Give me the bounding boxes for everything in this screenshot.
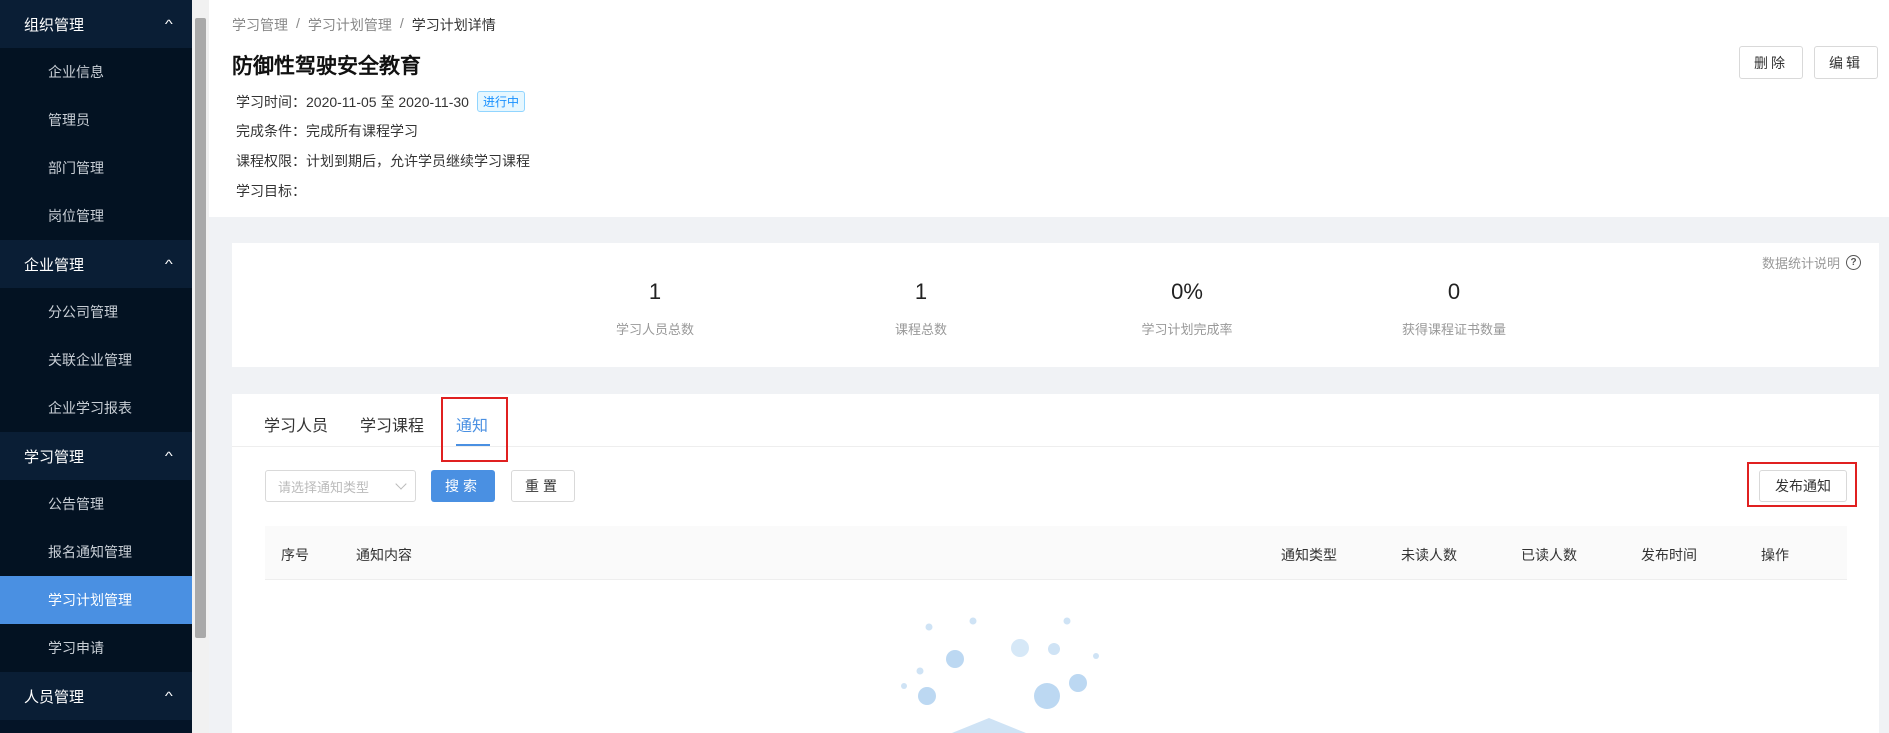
breadcrumb-separator: / — [296, 15, 300, 31]
chevron-up-icon: ^ — [165, 689, 174, 703]
stat-label: 学习计划完成率 — [1141, 322, 1233, 337]
empty-bubble — [901, 683, 907, 689]
empty-bubble — [1034, 683, 1060, 709]
col-unread: 未读人数 — [1401, 547, 1457, 563]
stats-help[interactable]: 数据统计说明 ? — [1762, 253, 1861, 272]
search-button[interactable]: 搜索 — [431, 470, 495, 502]
sidebar-group-personnel[interactable]: 人员管理 ^ — [0, 672, 192, 720]
sidebar-group-learning[interactable]: 学习管理 ^ — [0, 432, 192, 480]
stat-label: 获得课程证书数量 — [1401, 322, 1506, 337]
status-badge: 进行中 — [476, 91, 525, 112]
breadcrumb-separator: / — [399, 15, 404, 31]
sidebar-item-signup-notices[interactable]: 报名通知管理 — [0, 528, 192, 576]
tab-learners[interactable]: 学习人员 — [264, 412, 328, 436]
sidebar-group-label: 人员管理 — [24, 688, 85, 706]
empty-bubble — [1048, 643, 1060, 655]
stat-completion-rate: 0% 学习计划完成率 — [1087, 279, 1287, 338]
stat-label: 学习人员总数 — [615, 322, 694, 337]
plan-permission: 课程权限：计划到期后，允许学员继续学习课程 — [236, 151, 530, 171]
empty-box-top — [952, 718, 1026, 733]
page-title: 防御性驾驶安全教育 — [232, 55, 421, 78]
breadcrumb-learning[interactable]: 学习管理 — [232, 15, 288, 35]
empty-bubble — [1063, 617, 1071, 625]
stat-value: 0 — [1447, 279, 1461, 304]
sidebar-item-positions[interactable]: 岗位管理 — [0, 192, 192, 240]
empty-bubble — [969, 617, 977, 625]
sidebar-item-learning-requests[interactable]: 学习申请 — [0, 624, 192, 672]
notice-type-select[interactable]: 请选择通知类型 — [265, 470, 416, 502]
empty-bubble — [925, 623, 933, 631]
empty-bubble — [916, 667, 924, 675]
sidebar-item-related-companies[interactable]: 关联企业管理 — [0, 336, 192, 384]
sidebar-item-company-info[interactable]: 企业信息 — [0, 48, 192, 96]
stat-value: 1 — [648, 279, 662, 304]
chevron-down-icon — [395, 478, 407, 490]
edit-button[interactable]: 编辑 — [1814, 46, 1878, 79]
sidebar-menu: 组织管理 ^ 企业信息 管理员 部门管理 岗位管理 企业管理 ^ 分公司管理 关… — [0, 0, 192, 720]
reset-button[interactable]: 重置 — [511, 470, 575, 502]
notice-type-placeholder: 请选择通知类型 — [278, 479, 370, 495]
time-value: 2020-11-05 至 2020-11-30 — [306, 94, 469, 110]
stat-value: 0% — [1171, 279, 1203, 304]
chevron-up-icon: ^ — [165, 449, 174, 463]
col-content: 通知内容 — [356, 547, 412, 563]
col-publish-time: 发布时间 — [1641, 547, 1697, 563]
sidebar-item-announcements[interactable]: 公告管理 — [0, 480, 192, 528]
col-index: 序号 — [281, 547, 309, 563]
condition-label: 完成条件： — [236, 123, 306, 139]
stat-certificates: 0 获得课程证书数量 — [1354, 279, 1554, 338]
sidebar-item-learning-plans[interactable]: 学习计划管理 — [0, 576, 192, 624]
scrollbar-thumb[interactable] — [195, 18, 206, 638]
stat-value: 1 — [914, 279, 928, 304]
goal-label: 学习目标： — [236, 183, 306, 199]
sidebar-item-departments[interactable]: 部门管理 — [0, 144, 192, 192]
sidebar-group-label: 组织管理 — [24, 16, 85, 34]
sidebar-group-enterprise[interactable]: 企业管理 ^ — [0, 240, 192, 288]
col-actions: 操作 — [1761, 547, 1789, 563]
delete-button[interactable]: 删除 — [1739, 46, 1803, 79]
breadcrumb: 学习管理 / 学习计划管理 / 学习计划详情 — [232, 15, 496, 35]
permission-value: 计划到期后，允许学员继续学习课程 — [306, 153, 530, 169]
main-content: 学习管理 / 学习计划管理 / 学习计划详情 防御性驾驶安全教育 学习时间：20… — [209, 0, 1889, 733]
plan-time: 学习时间：2020-11-05 至 2020-11-30 进行中 — [236, 91, 525, 112]
plan-goal: 学习目标： — [236, 181, 306, 201]
sidebar-item-learning-report[interactable]: 企业学习报表 — [0, 384, 192, 432]
plan-condition: 完成条件：完成所有课程学习 — [236, 121, 418, 141]
empty-bubble — [1093, 653, 1099, 659]
empty-state-illustration — [901, 617, 1099, 733]
empty-bubble — [1011, 639, 1029, 657]
empty-bubble — [918, 687, 936, 705]
stats-card: 数据统计说明 ? 1 学习人员总数 1 课程总数 0% 学习计划完成率 0 获得… — [232, 243, 1879, 367]
sidebar: 组织管理 ^ 企业信息 管理员 部门管理 岗位管理 企业管理 ^ 分公司管理 关… — [0, 0, 209, 733]
empty-bubble — [946, 650, 964, 668]
highlight-box-tab — [441, 397, 508, 462]
plan-header: 学习管理 / 学习计划管理 / 学习计划详情 防御性驾驶安全教育 学习时间：20… — [209, 0, 1889, 217]
col-type: 通知类型 — [1281, 547, 1337, 563]
question-icon[interactable]: ? — [1846, 255, 1861, 270]
sidebar-scrollbar[interactable] — [192, 0, 209, 733]
col-read: 已读人数 — [1521, 547, 1577, 563]
sidebar-item-branches[interactable]: 分公司管理 — [0, 288, 192, 336]
highlight-box-publish — [1747, 462, 1857, 507]
stat-courses: 1 课程总数 — [821, 279, 1021, 338]
table-header: 序号 通知内容 通知类型 未读人数 已读人数 发布时间 操作 — [265, 526, 1847, 580]
stats-help-label: 数据统计说明 — [1761, 256, 1840, 271]
sidebar-item-admins[interactable]: 管理员 — [0, 96, 192, 144]
time-label: 学习时间： — [236, 94, 306, 110]
breadcrumb-plans[interactable]: 学习计划管理 — [308, 15, 392, 35]
tab-courses[interactable]: 学习课程 — [360, 412, 424, 436]
sidebar-group-label: 学习管理 — [24, 448, 85, 466]
permission-label: 课程权限： — [236, 153, 306, 169]
notices-panel: 学习人员 学习课程 通知 请选择通知类型 搜索 重置 发布通知 序号 通知内容 … — [232, 394, 1879, 733]
sidebar-group-label: 企业管理 — [24, 256, 85, 274]
stat-label: 课程总数 — [894, 322, 947, 337]
stat-learners: 1 学习人员总数 — [555, 279, 755, 338]
chevron-up-icon: ^ — [165, 257, 174, 271]
sidebar-group-org[interactable]: 组织管理 ^ — [0, 0, 192, 48]
empty-bubble — [1069, 674, 1087, 692]
chevron-up-icon: ^ — [165, 17, 174, 31]
condition-value: 完成所有课程学习 — [306, 123, 418, 139]
breadcrumb-current: 学习计划详情 — [411, 17, 496, 33]
